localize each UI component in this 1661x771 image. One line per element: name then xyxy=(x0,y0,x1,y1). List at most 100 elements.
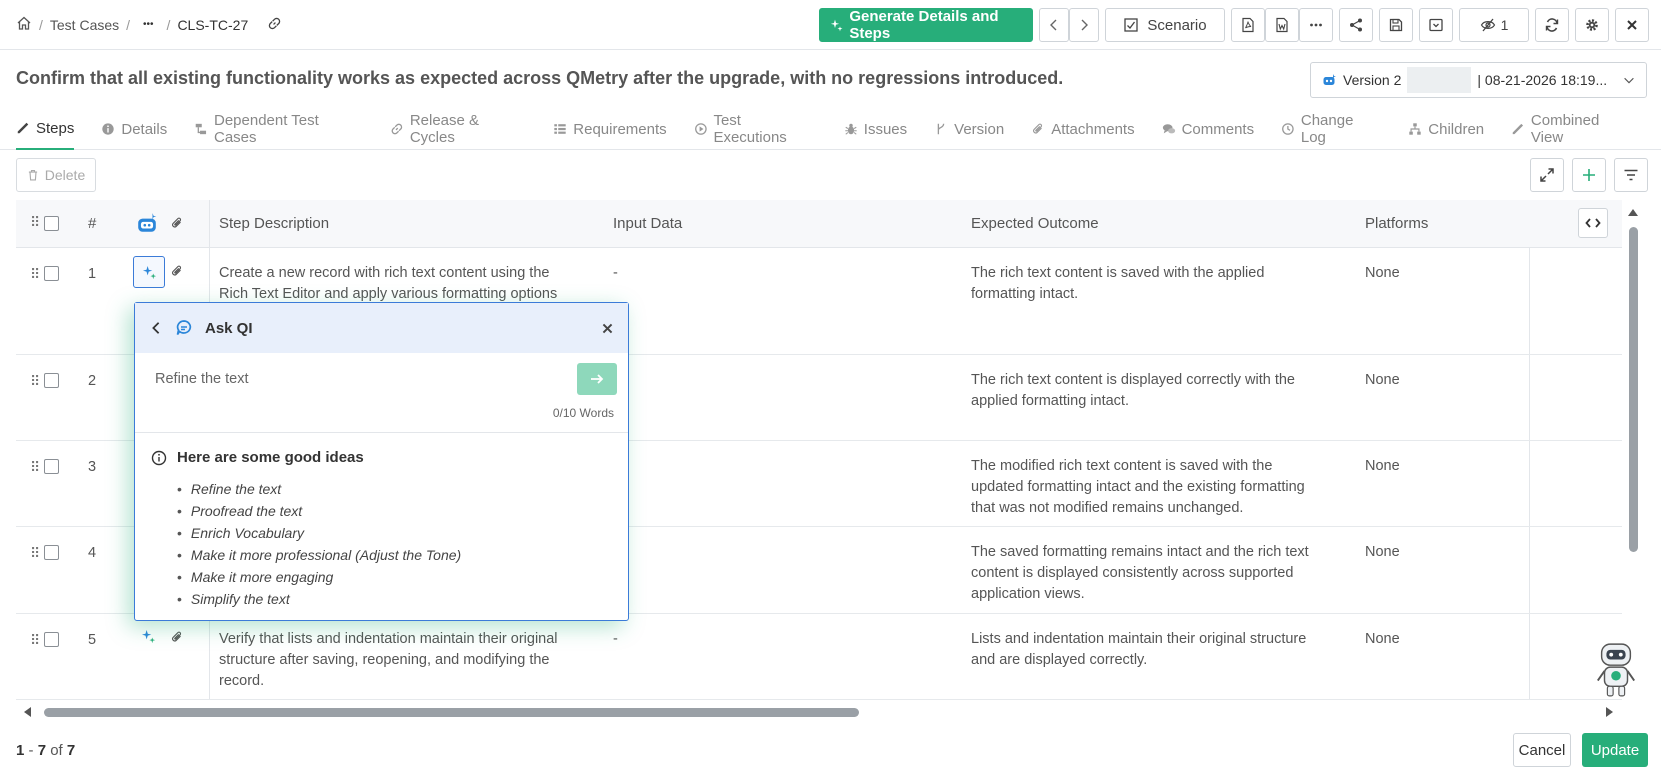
scroll-left-arrow-icon[interactable] xyxy=(22,706,32,718)
share-button[interactable] xyxy=(1339,8,1373,42)
save-button[interactable] xyxy=(1379,8,1413,42)
input-data[interactable]: - xyxy=(613,629,618,650)
tab-attachments[interactable]: Attachments xyxy=(1031,108,1135,150)
row-checkbox[interactable] xyxy=(44,266,59,281)
platforms[interactable]: None xyxy=(1365,542,1400,563)
drag-handle-icon[interactable]: ⠿ xyxy=(30,264,40,285)
archive-button[interactable] xyxy=(1419,8,1453,42)
tab-requirements[interactable]: Requirements xyxy=(553,108,667,150)
table-row[interactable]: ⠿ 5 Verify that lists and indentation ma… xyxy=(16,614,1622,700)
vertical-scroll-thumb[interactable] xyxy=(1629,227,1638,552)
info-icon xyxy=(151,450,167,465)
row-checkbox[interactable] xyxy=(44,459,59,474)
tab-issues[interactable]: Issues xyxy=(844,108,907,150)
row-checkbox[interactable] xyxy=(44,632,59,647)
drag-handle-icon[interactable]: ⠿ xyxy=(30,543,40,564)
ai-assist-button[interactable] xyxy=(133,256,165,288)
column-header-platforms: Platforms xyxy=(1365,215,1429,232)
row-checkbox[interactable] xyxy=(44,545,59,560)
tab-version[interactable]: Version xyxy=(934,108,1004,150)
paperclip-icon[interactable] xyxy=(170,630,184,651)
tab-steps[interactable]: Steps xyxy=(16,108,75,150)
idea-item[interactable]: Proofread the text xyxy=(177,500,461,522)
close-icon xyxy=(1627,20,1637,30)
breadcrumb-ellipsis[interactable]: ••• xyxy=(137,19,160,30)
export-pdf-button[interactable] xyxy=(1231,8,1265,42)
more-options-button[interactable] xyxy=(1299,8,1333,42)
breadcrumb: / Test Cases / ••• / CLS-TC-27 xyxy=(0,15,282,34)
expected-outcome[interactable]: The rich text content is saved with the … xyxy=(971,263,1316,305)
drag-handle-icon[interactable]: ⠿ xyxy=(30,630,40,651)
idea-item[interactable]: Simplify the text xyxy=(177,588,461,610)
scroll-up-arrow-icon[interactable] xyxy=(1627,207,1639,217)
tab-combined-view[interactable]: Combined View xyxy=(1511,108,1634,150)
row-number: 4 xyxy=(88,545,97,561)
home-icon[interactable] xyxy=(16,15,32,34)
expected-outcome[interactable]: The saved formatting remains intact and … xyxy=(971,542,1316,605)
cancel-button[interactable]: Cancel xyxy=(1513,733,1571,767)
platforms[interactable]: None xyxy=(1365,263,1400,284)
platforms[interactable]: None xyxy=(1365,370,1400,391)
export-word-button[interactable] xyxy=(1265,8,1299,42)
watchers-button[interactable]: 1 xyxy=(1459,8,1529,42)
tab-release-cycles[interactable]: Release & Cycles xyxy=(390,108,526,150)
row-checkbox[interactable] xyxy=(44,373,59,388)
update-button[interactable]: Update xyxy=(1582,733,1648,767)
chat-ai-icon xyxy=(176,320,192,335)
generate-details-button[interactable]: Generate Details and Steps xyxy=(819,8,1033,42)
back-arrow-icon[interactable] xyxy=(149,321,163,335)
sitemap-icon xyxy=(1409,123,1421,135)
filter-button[interactable] xyxy=(1614,158,1648,192)
ai-assist-button[interactable] xyxy=(141,629,156,651)
horizontal-scrollbar[interactable] xyxy=(16,705,1621,719)
refresh-button[interactable] xyxy=(1535,8,1569,42)
tab-test-executions[interactable]: Test Executions xyxy=(694,108,817,150)
close-button[interactable] xyxy=(1615,8,1649,42)
refresh-icon xyxy=(1545,18,1559,32)
idea-item[interactable]: Make it more professional (Adjust the To… xyxy=(177,544,461,566)
chevron-down-icon xyxy=(1624,77,1634,84)
expected-outcome[interactable]: The modified rich text content is saved … xyxy=(971,456,1316,519)
add-step-button[interactable] xyxy=(1572,158,1606,192)
vertical-scrollbar[interactable] xyxy=(1627,205,1639,705)
assistant-bot-icon[interactable] xyxy=(1593,640,1639,703)
close-icon[interactable] xyxy=(601,322,614,335)
tab-dependent-test-cases[interactable]: Dependent Test Cases xyxy=(194,108,363,150)
paperclip-icon[interactable] xyxy=(170,264,184,285)
drag-handle-icon[interactable]: ⠿ xyxy=(30,214,40,231)
drag-handle-icon[interactable]: ⠿ xyxy=(30,457,40,478)
tab-children[interactable]: Children xyxy=(1408,108,1484,150)
previous-button[interactable] xyxy=(1039,8,1069,42)
expand-button[interactable] xyxy=(1530,158,1564,192)
step-description[interactable]: Create a new record with rich text conte… xyxy=(219,263,575,305)
tab-change-log[interactable]: Change Log xyxy=(1281,108,1381,150)
horizontal-scroll-thumb[interactable] xyxy=(44,708,859,717)
version-label: Version 2 xyxy=(1343,72,1402,88)
column-toggle-button[interactable] xyxy=(1578,208,1608,238)
range-of: of xyxy=(50,742,63,759)
platforms[interactable]: None xyxy=(1365,456,1400,477)
ask-qi-input[interactable]: Refine the text xyxy=(155,371,249,387)
idea-item[interactable]: Make it more engaging xyxy=(177,566,461,588)
expected-outcome[interactable]: Lists and indentation maintain their ori… xyxy=(971,629,1316,671)
version-selector[interactable]: Version 2 | 08-21-2026 18:19... xyxy=(1310,62,1647,98)
settings-button[interactable] xyxy=(1575,8,1609,42)
ask-qi-title: Ask QI xyxy=(205,319,253,337)
copy-link-icon[interactable] xyxy=(267,16,282,34)
tab-comments[interactable]: Comments xyxy=(1162,108,1254,150)
expected-outcome[interactable]: The rich text content is displayed corre… xyxy=(971,370,1316,412)
scenario-button[interactable]: Scenario xyxy=(1105,8,1225,42)
idea-item[interactable]: Enrich Vocabulary xyxy=(177,522,461,544)
idea-item[interactable]: Refine the text xyxy=(177,478,461,500)
send-button[interactable] xyxy=(577,363,617,395)
drag-handle-icon[interactable]: ⠿ xyxy=(30,371,40,392)
platforms[interactable]: None xyxy=(1365,629,1400,650)
tab-details[interactable]: Details xyxy=(101,108,167,150)
step-description[interactable]: Verify that lists and indentation mainta… xyxy=(219,629,575,692)
scroll-right-arrow-icon[interactable] xyxy=(1605,706,1615,718)
breadcrumb-test-cases[interactable]: Test Cases xyxy=(50,17,119,33)
select-all-checkbox[interactable] xyxy=(44,216,59,231)
next-button[interactable] xyxy=(1069,8,1099,42)
input-data[interactable]: - xyxy=(613,263,618,284)
delete-button[interactable]: Delete xyxy=(16,158,96,192)
